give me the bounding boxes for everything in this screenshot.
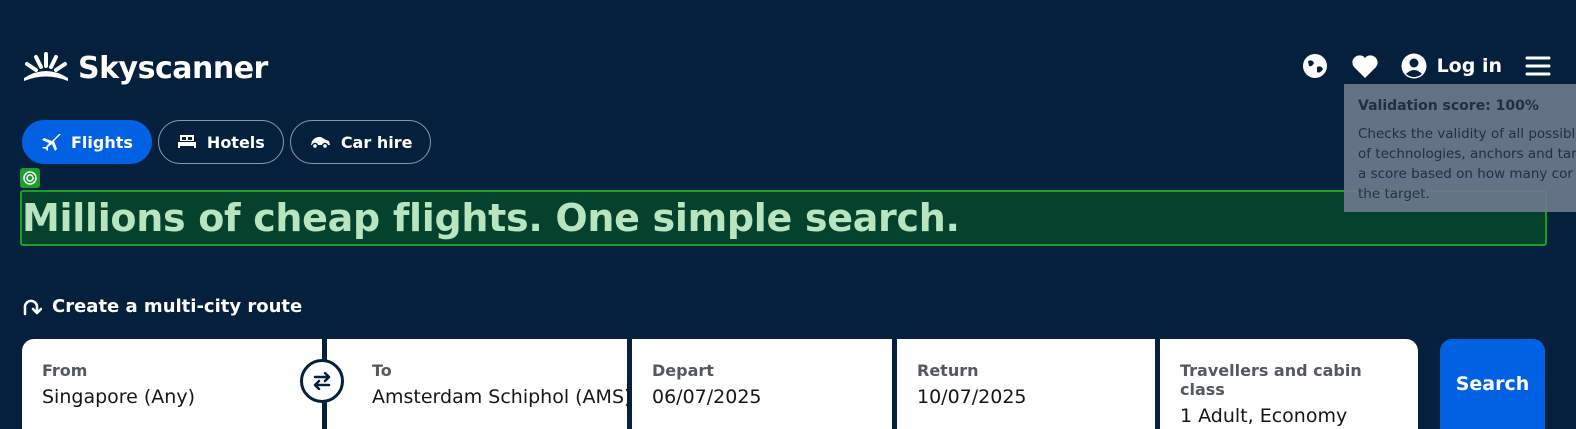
brand-name: Skyscanner (78, 50, 268, 86)
return-value: 10/07/2025 (917, 386, 1027, 408)
globe-icon[interactable] (1301, 52, 1329, 80)
car-icon (310, 136, 330, 149)
tooltip-title: Validation score: 100% (1358, 98, 1539, 114)
multi-city-link[interactable]: Create a multi-city route (22, 296, 302, 317)
depart-value: 06/07/2025 (652, 386, 762, 408)
tab-label: Car hire (340, 132, 413, 152)
from-label: From (42, 361, 88, 380)
page-title: Millions of cheap flights. One simple se… (22, 196, 960, 240)
depart-label: Depart (652, 361, 714, 380)
swap-button[interactable] (300, 359, 344, 403)
tab-hotels[interactable]: Hotels (157, 120, 284, 164)
validation-tooltip: Validation score: 100% Checks the validi… (1344, 84, 1576, 212)
header-actions: Log in (1301, 52, 1552, 80)
user-icon (1401, 53, 1427, 79)
login-button[interactable]: Log in (1401, 53, 1502, 79)
tooltip-line: the target. (1358, 186, 1430, 202)
from-field[interactable]: From Singapore (Any) (22, 339, 344, 429)
return-label: Return (917, 361, 979, 380)
from-value: Singapore (Any) (42, 386, 196, 408)
tab-label: Hotels (206, 132, 265, 152)
menu-icon[interactable] (1524, 52, 1552, 80)
tooltip-line: a score based on how many cor (1358, 166, 1573, 182)
travellers-value: 1 Adult, Economy (1180, 405, 1348, 427)
skyscanner-logo[interactable]: Skyscanner (22, 50, 268, 86)
travellers-label: Travellers and cabin class (1180, 361, 1362, 399)
flight-search-form: From Singapore (Any) To Amsterdam Schiph… (22, 339, 1418, 429)
to-label: To (372, 361, 392, 380)
product-tabs: Flights Hotels Car hire (22, 120, 432, 164)
tab-car-hire[interactable]: Car hire (289, 120, 432, 164)
plane-icon (42, 134, 61, 151)
tab-label: Flights (71, 132, 133, 152)
multi-city-route-icon (23, 299, 42, 315)
tab-flights[interactable]: Flights (22, 120, 152, 164)
login-label: Log in (1436, 55, 1502, 77)
search-button[interactable]: Search (1440, 339, 1545, 429)
to-field[interactable]: To Amsterdam Schiphol (AMS) (327, 339, 632, 429)
tooltip-line: Checks the validity of all possibl (1358, 126, 1576, 142)
target-icon[interactable] (20, 168, 40, 188)
swap-arrows-icon (313, 372, 331, 390)
sunrise-logo-icon (24, 52, 68, 81)
to-value: Amsterdam Schiphol (AMS) (372, 386, 632, 408)
depart-field[interactable]: Depart 06/07/2025 (632, 339, 892, 429)
multi-city-label: Create a multi-city route (52, 296, 303, 317)
travellers-field[interactable]: Travellers and cabin class 1 Adult, Econ… (1160, 339, 1418, 429)
tooltip-line: of technologies, anchors and tar (1358, 146, 1576, 162)
bed-icon (177, 135, 196, 148)
heart-icon[interactable] (1351, 52, 1379, 80)
return-field[interactable]: Return 10/07/2025 (897, 339, 1155, 429)
